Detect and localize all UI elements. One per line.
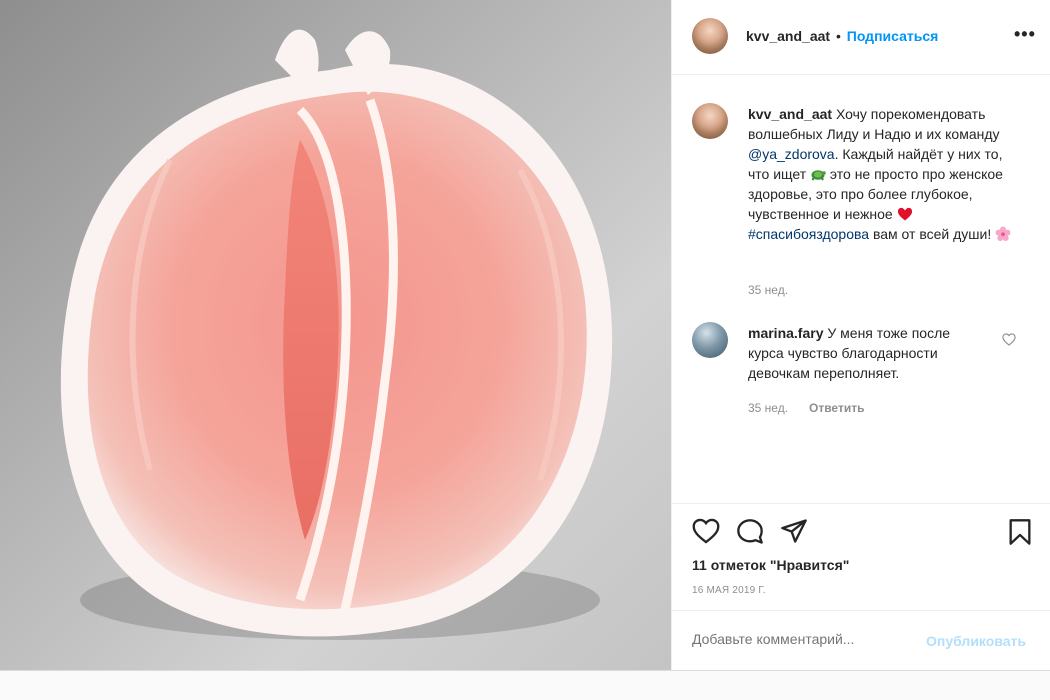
- add-comment-bar: Опубликовать: [672, 610, 1050, 671]
- header-separator: •: [835, 28, 841, 44]
- publish-button[interactable]: Опубликовать: [926, 633, 1026, 649]
- post-container: kvv_and_aat • Подписаться ••• kvv_and_aa…: [0, 0, 1050, 671]
- comment-avatar[interactable]: [692, 322, 728, 358]
- post-sidebar: kvv_and_aat • Подписаться ••• kvv_and_aa…: [671, 0, 1050, 670]
- caption-avatar[interactable]: [692, 103, 728, 139]
- caption-mention-link[interactable]: @ya_zdorova: [748, 146, 835, 162]
- turtle-emoji-icon: [811, 170, 826, 181]
- like-heart-icon[interactable]: [692, 518, 720, 544]
- post-date[interactable]: 16 МАЯ 2019 Г.: [692, 585, 766, 596]
- header-username[interactable]: kvv_and_aat: [746, 28, 830, 44]
- post-photo[interactable]: [0, 0, 671, 670]
- comment-item: marina.fary У меня тоже после курса чувс…: [748, 323, 988, 383]
- likes-count[interactable]: 11 отметок "Нравится": [692, 557, 849, 573]
- header-user-line: kvv_and_aat • Подписаться: [746, 28, 938, 44]
- reply-button[interactable]: Ответить: [809, 401, 864, 415]
- red-heart-emoji-icon: [897, 207, 912, 221]
- cherry-blossom-emoji-icon: [995, 226, 1011, 241]
- more-options-icon[interactable]: •••: [1014, 24, 1036, 45]
- caption-timestamp[interactable]: 35 нед.: [748, 283, 788, 297]
- share-paper-plane-icon[interactable]: [780, 518, 808, 544]
- comment-bubble-icon[interactable]: [736, 518, 764, 546]
- comment-username[interactable]: marina.fary: [748, 325, 823, 341]
- comment-timestamp[interactable]: 35 нед.: [748, 401, 788, 415]
- grapefruit-image: [60, 29, 613, 640]
- comment-input[interactable]: [692, 631, 932, 647]
- caption-hashtag-link[interactable]: #спасибояздорова: [748, 226, 869, 242]
- avatar[interactable]: [692, 18, 728, 54]
- comment-like-heart-icon[interactable]: [1002, 333, 1016, 346]
- post-header: kvv_and_aat • Подписаться •••: [672, 0, 1050, 75]
- follow-button[interactable]: Подписаться: [847, 28, 939, 44]
- post-actions: 11 отметок "Нравится" 16 МАЯ 2019 Г.: [672, 503, 1050, 611]
- caption-text-4: вам от всей души!: [872, 226, 992, 242]
- caption-username[interactable]: kvv_and_aat: [748, 106, 832, 122]
- bookmark-save-icon[interactable]: [1008, 518, 1032, 546]
- post-caption: kvv_and_aat Хочу порекомендовать волшебн…: [748, 104, 1018, 244]
